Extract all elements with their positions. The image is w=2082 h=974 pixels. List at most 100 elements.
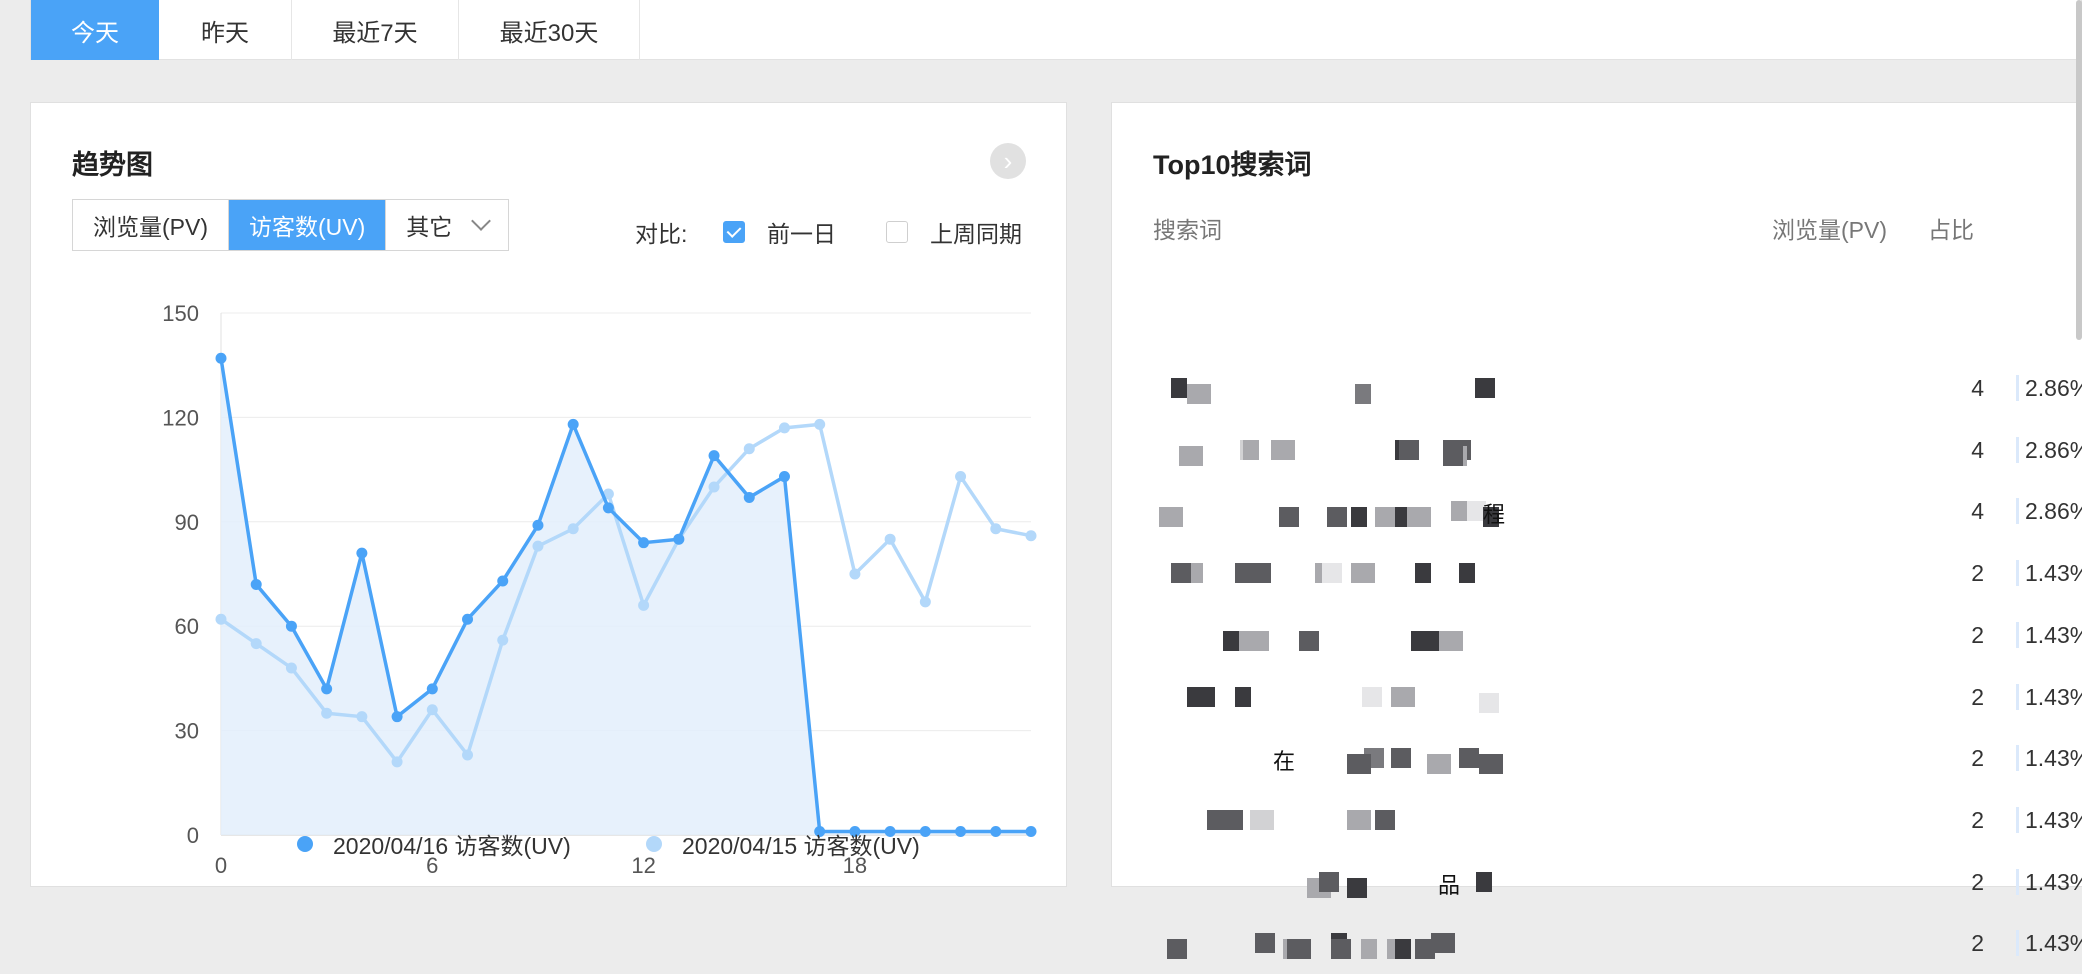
legend-label: 2020/04/16 访客数(UV): [333, 833, 571, 859]
y-tick-label: 30: [175, 719, 199, 744]
table-row[interactable]: 程 4 2.86%: [1112, 480, 2082, 542]
y-tick-label: 120: [162, 405, 199, 430]
data-point: [426, 683, 438, 695]
search-term-redacted: [1153, 419, 1553, 481]
redaction-block: [1351, 507, 1367, 528]
tab-last-30-days[interactable]: 最近30天: [459, 0, 640, 60]
data-point: [567, 418, 579, 430]
ratio-value: 2.86%: [2025, 375, 2082, 401]
data-point: [356, 711, 368, 723]
y-tick-label: 150: [162, 301, 199, 326]
scrollbar[interactable]: [2076, 0, 2082, 340]
tab-yesterday[interactable]: 昨天: [159, 0, 292, 60]
tab-last-7-days[interactable]: 最近7天: [292, 0, 459, 60]
table-row[interactable]: 在 2 1.43%: [1112, 727, 2082, 789]
data-point: [321, 707, 333, 719]
col-header-pv: 浏览量(PV): [1772, 217, 1887, 243]
ratio-value: 2.86%: [2025, 498, 2082, 525]
data-point: [497, 575, 509, 587]
ratio-bar: [2016, 683, 2019, 710]
redaction-block: [1362, 686, 1382, 707]
table-row[interactable]: 4 2.86%: [1112, 357, 2082, 419]
data-point: [849, 568, 861, 580]
table-row[interactable]: 4 2.86%: [1112, 419, 2082, 481]
data-point: [884, 533, 896, 545]
redaction-block: [1279, 507, 1299, 528]
data-point: [285, 620, 297, 632]
redaction-block: [1395, 939, 1411, 960]
redaction-block: [1476, 871, 1492, 892]
redaction-block: [1475, 378, 1495, 398]
y-tick-label: 0: [187, 823, 199, 848]
redaction-block: [1459, 563, 1475, 584]
ratio-bar: [2016, 806, 2019, 833]
redaction-block: [1187, 384, 1211, 404]
trend-line-chart: 03060901201500 6 12 18: [162, 301, 1037, 878]
data-point: [391, 756, 403, 768]
redaction-block: [1223, 630, 1239, 651]
trend-card: 趋势图 › 浏览量(PV) 访客数(UV) 其它 对比: 前一日 上周同期 03…: [30, 102, 1067, 887]
redaction-block: [1427, 754, 1451, 775]
search-terms-card: Top10搜索词 搜索词 浏览量(PV) 占比 4 2.86% 4 2.86% 程 4 2.…: [1111, 102, 2082, 960]
redaction-block: [1347, 877, 1367, 898]
search-term-redacted: [1153, 604, 1553, 666]
data-point: [778, 422, 790, 434]
redaction-block: [1299, 630, 1319, 651]
data-point: [673, 533, 685, 545]
redaction-block: [1479, 692, 1499, 713]
table-row[interactable]: 2 1.43%: [1112, 542, 2082, 604]
data-point: [250, 638, 262, 650]
table-row[interactable]: 2 1.43%: [1112, 789, 2082, 851]
redaction-block: [1375, 809, 1395, 830]
data-point: [919, 596, 931, 608]
legend-dot: [646, 836, 662, 852]
search-term-redacted: [1153, 912, 1553, 974]
redaction-block: [1159, 507, 1183, 528]
redaction-block: [1407, 507, 1431, 528]
y-tick-label: 90: [175, 510, 199, 535]
ratio-bar: [2016, 745, 2019, 772]
redaction-block: [1361, 939, 1377, 960]
ratio-bar: [2016, 621, 2019, 648]
legend-item-previous[interactable]: 2020/04/15 访客数(UV): [646, 827, 920, 861]
pageviews-value: 2: [1971, 806, 1984, 833]
pageviews-value: 2: [1971, 745, 1984, 772]
redaction-block: [1235, 686, 1251, 707]
data-point: [919, 826, 931, 838]
search-term-text: 品: [1438, 872, 1461, 898]
data-point: [462, 613, 474, 625]
tab-today[interactable]: 今天: [31, 0, 159, 60]
table-row[interactable]: 2 1.43%: [1112, 666, 2082, 728]
data-point: [955, 471, 967, 483]
redaction-block: [1479, 754, 1503, 775]
data-point: [285, 662, 297, 674]
col-header-term: 搜索词: [1153, 217, 1222, 243]
redaction-block: [1171, 378, 1187, 398]
table-row[interactable]: 品 2 1.43%: [1112, 851, 2082, 913]
table-row[interactable]: 2 1.43%: [1112, 604, 2082, 666]
data-point: [638, 537, 650, 549]
search-term-redacted: 在: [1153, 727, 1553, 789]
redaction-block: [1415, 563, 1431, 584]
redaction-block: [1331, 939, 1351, 960]
redaction-block: [1443, 445, 1463, 466]
ratio-bar: [2016, 930, 2019, 957]
redaction-block: [1322, 563, 1342, 584]
table-row[interactable]: 2 1.43%: [1112, 912, 2082, 974]
redaction-block: [1391, 748, 1411, 769]
redaction-block: [1167, 939, 1187, 960]
redaction-block: [1347, 809, 1371, 830]
data-point: [708, 450, 720, 462]
search-term-text: 在: [1273, 749, 1296, 775]
data-point: [215, 352, 227, 364]
legend-item-today[interactable]: 2020/04/16 访客数(UV): [297, 827, 571, 861]
search-term-redacted: 品: [1153, 851, 1553, 913]
search-term-text: 程: [1483, 502, 1506, 528]
search-term-redacted: [1153, 789, 1553, 851]
redaction-block: [1250, 809, 1274, 830]
data-point: [497, 634, 509, 646]
ratio-bar: [2016, 868, 2019, 895]
data-point: [814, 418, 826, 430]
search-term-redacted: [1153, 357, 1553, 419]
data-point: [532, 540, 544, 552]
